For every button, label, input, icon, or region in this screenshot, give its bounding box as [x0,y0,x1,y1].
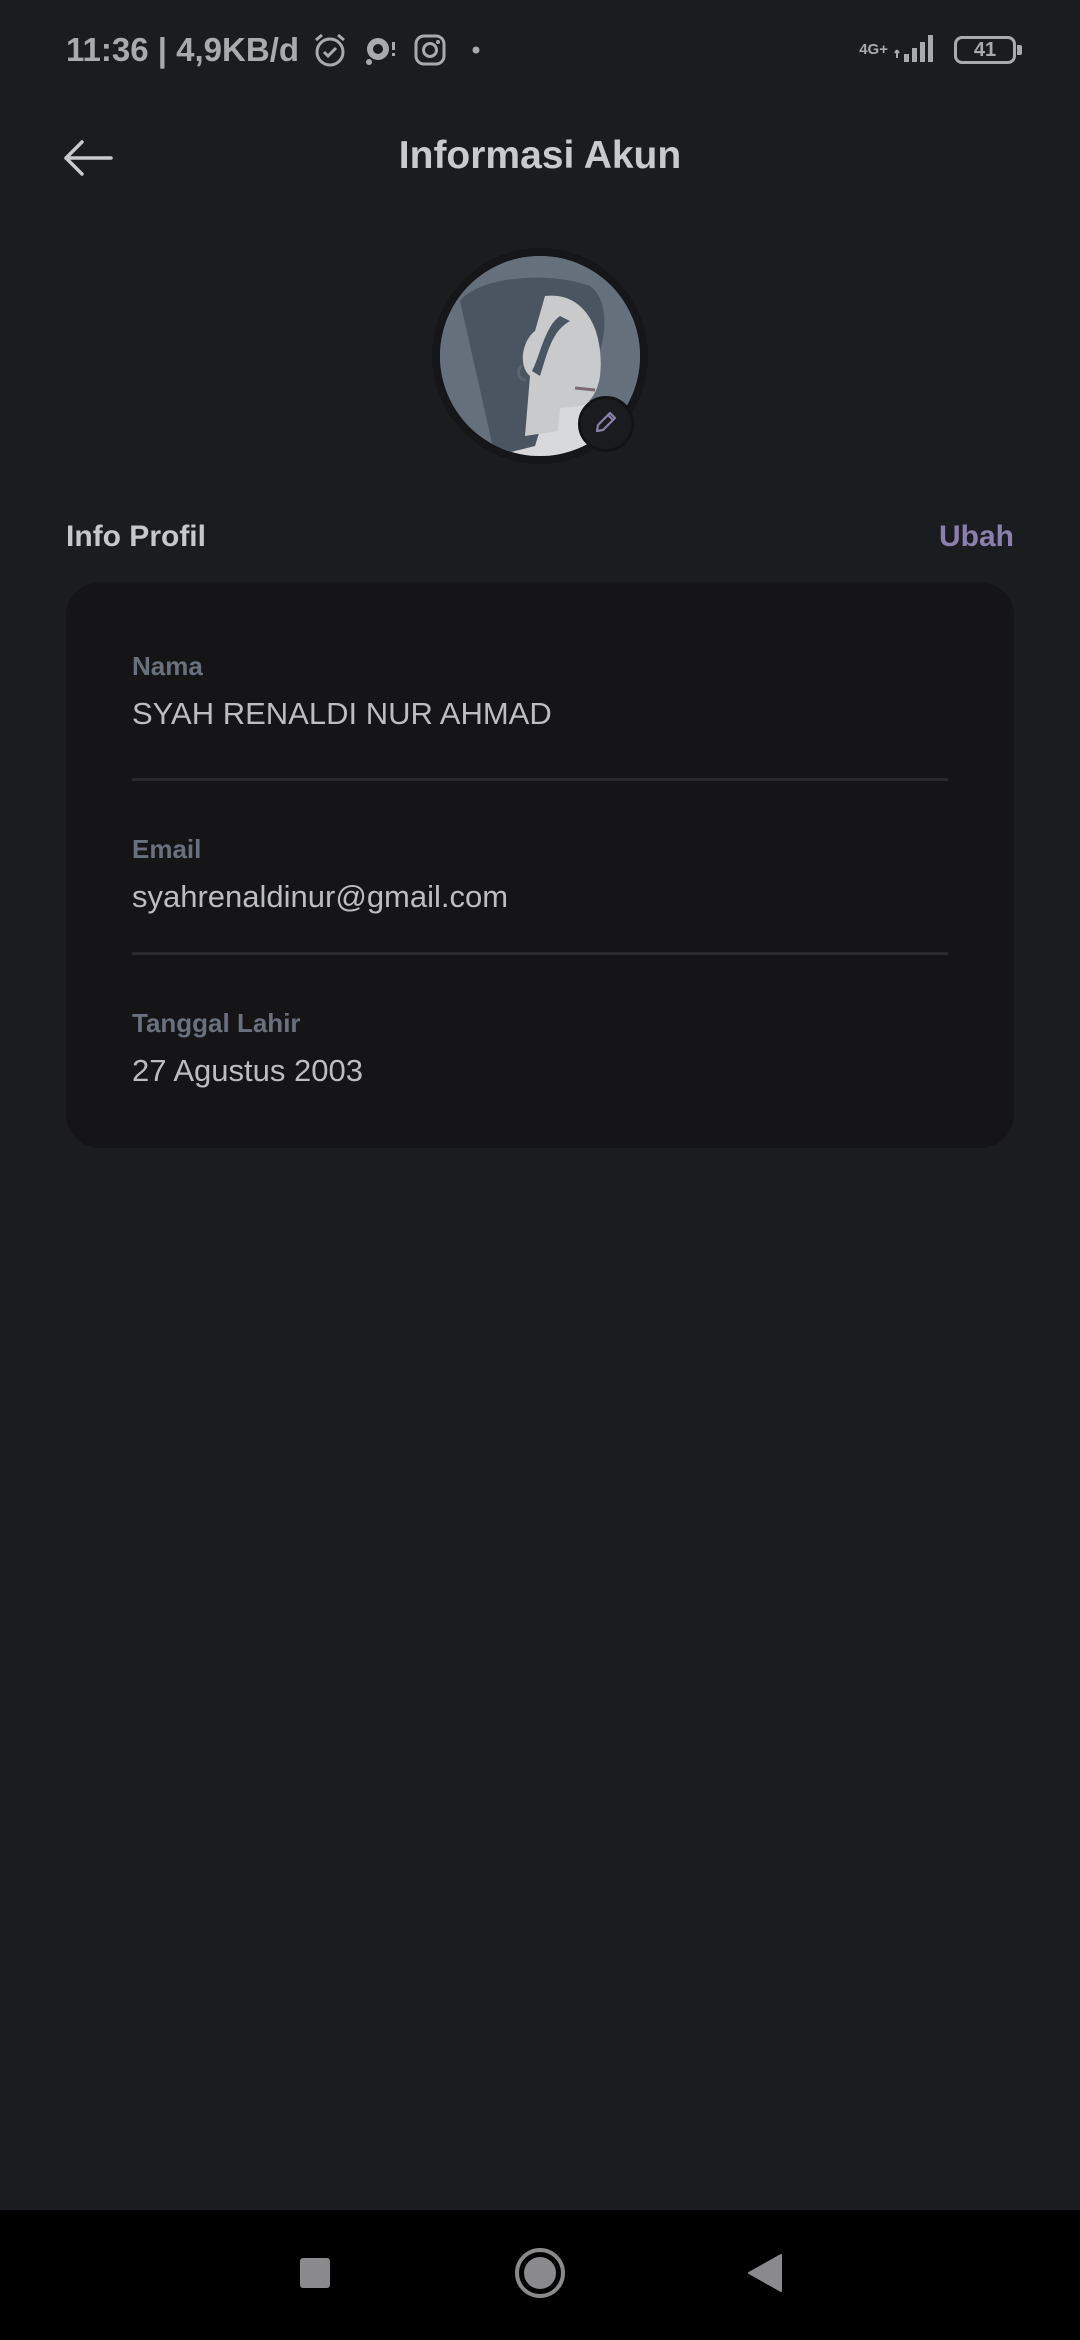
status-right: 4G+ 41 [859,30,1022,70]
app-header: Informasi Akun [0,110,1080,210]
recents-button[interactable] [285,2245,345,2305]
recents-square-icon [297,2255,333,2296]
home-circle-icon [513,2246,567,2305]
dot-icon [461,31,491,69]
status-bar: 11:36 | 4,9KB/d 4G+ 41 [0,0,1080,100]
name-label: Nama [132,651,203,681]
signal-icon [894,32,938,69]
battery-icon: 41 [954,36,1022,64]
birthdate-label: Tanggal Lahir [132,1008,301,1038]
avatar-container [432,248,648,464]
edit-photo-button[interactable] [578,396,634,452]
pencil-icon [593,409,619,440]
network-type: 4G+ [859,41,888,58]
status-left: 11:36 | 4,9KB/d [66,26,491,74]
system-nav-bar [0,2210,1080,2340]
alarm-icon [311,31,349,69]
birthdate-value: 27 Agustus 2003 [132,1053,363,1088]
email-label: Email [132,834,202,864]
email-field: Email syahrenaldinur@gmail.com [132,778,948,952]
section-title: Info Profil [66,520,206,553]
chat-bubble-icon [361,31,399,69]
battery-level: 41 [973,38,997,61]
back-nav-button[interactable] [735,2245,795,2305]
name-field: Nama SYAH RENALDI NUR AHMAD [132,582,948,778]
name-value: SYAH RENALDI NUR AHMAD [132,696,552,731]
home-button[interactable] [510,2245,570,2305]
email-value: syahrenaldinur@gmail.com [132,879,509,914]
back-triangle-icon [745,2252,785,2299]
birthdate-field: Tanggal Lahir 27 Agustus 2003 [132,952,948,1122]
page-title: Informasi Akun [398,134,682,177]
edit-profile-link[interactable]: Ubah [939,520,1014,554]
status-time-speed: 11:36 | 4,9KB/d [66,31,300,68]
instagram-icon [411,31,449,69]
profile-card: Nama SYAH RENALDI NUR AHMAD Email syahre… [66,582,1014,1148]
profile-section-header: Info Profil Ubah [66,515,1014,559]
